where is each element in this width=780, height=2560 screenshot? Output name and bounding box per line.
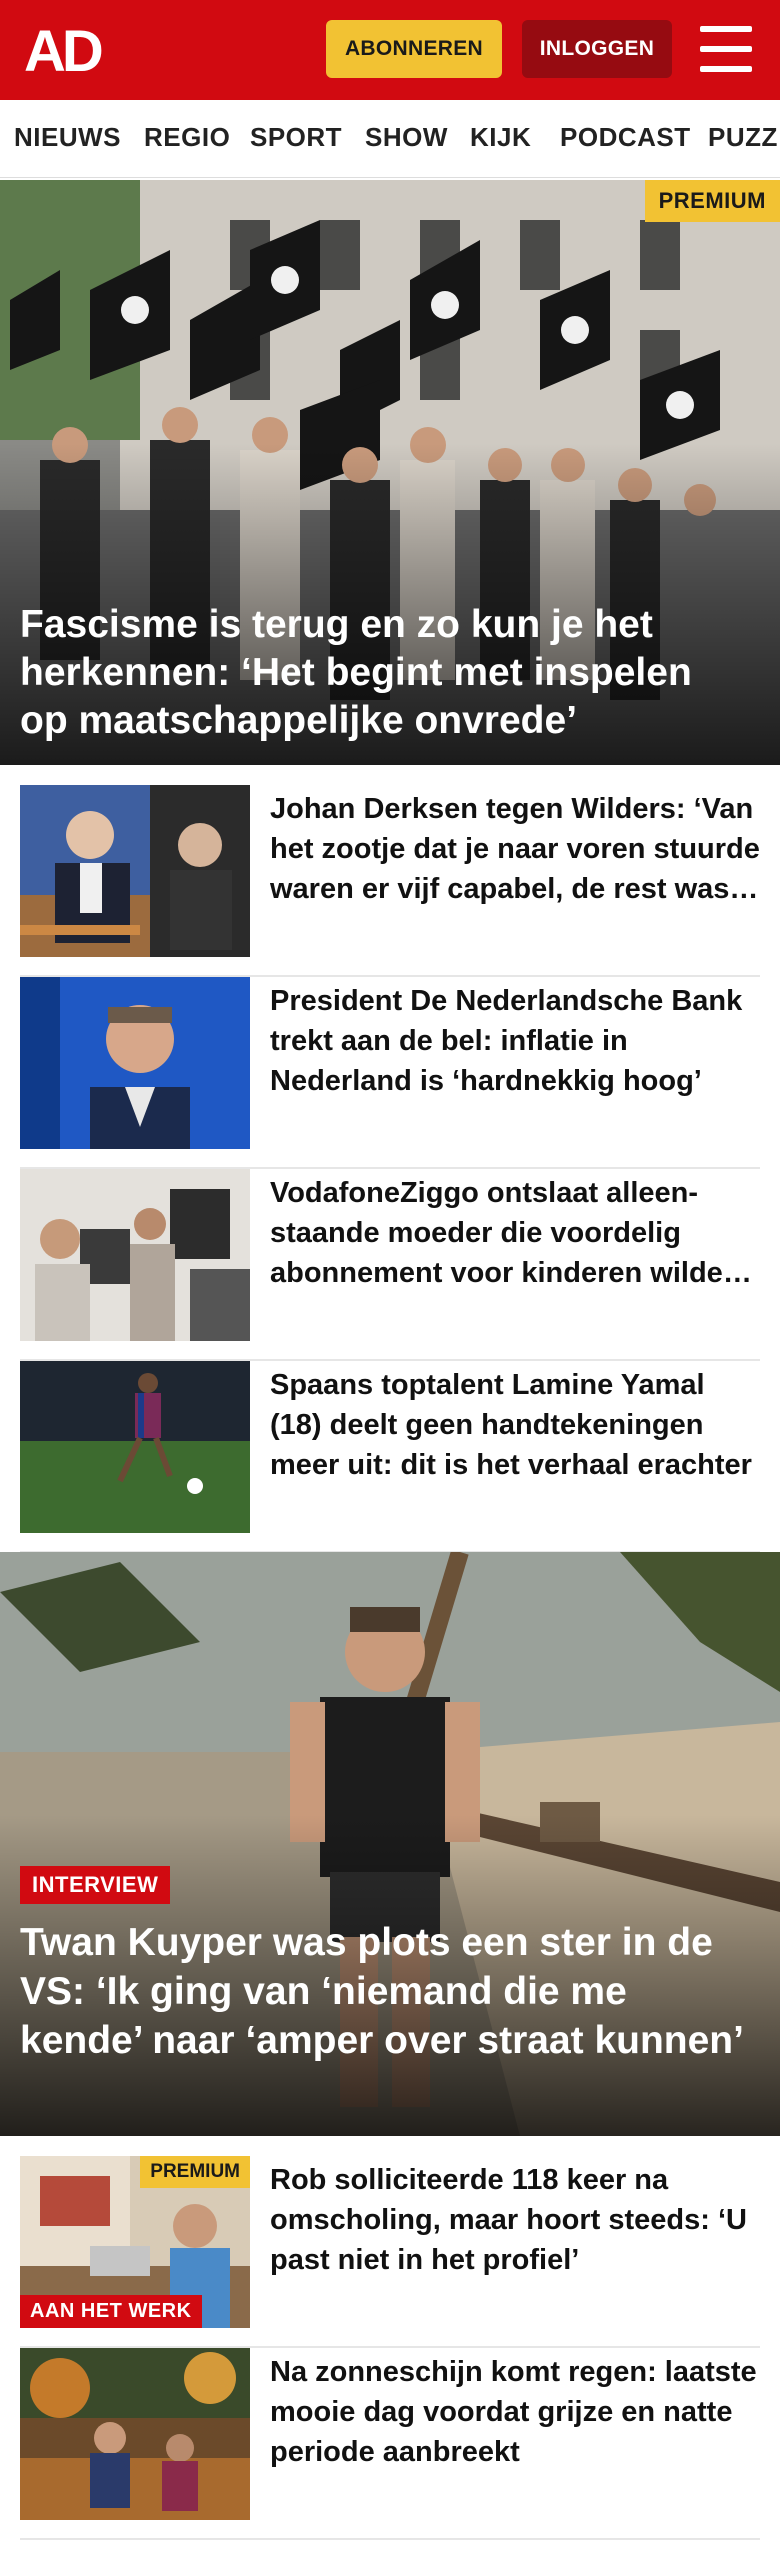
hero-article[interactable]: PREMIUM Fascisme is terug en zo kun je h…: [0, 180, 780, 765]
article-thumbnail: [20, 785, 250, 957]
nav-item-podcast[interactable]: PODCAST: [560, 122, 691, 153]
nav-item-show[interactable]: SHOW: [365, 122, 448, 153]
article-thumbnail: [20, 1169, 250, 1341]
section-nav: NIEUWS REGIO SPORT SHOW KIJK PODCAST PUZ…: [0, 100, 780, 178]
svg-text:AD: AD: [24, 22, 102, 78]
subscribe-button[interactable]: ABONNEREN: [326, 20, 502, 78]
nav-item-regio[interactable]: REGIO: [144, 122, 230, 153]
hero-headline[interactable]: Fascisme is terug en zo kun je het herke…: [20, 601, 750, 745]
article-headline[interactable]: Na zonneschijn komt regen: laatste mooie…: [270, 2352, 760, 2472]
article-headline[interactable]: Rob solliciteerde 118 keer na omscholing…: [270, 2160, 760, 2280]
article-headline[interactable]: President De Nederlandsche Bank trekt aa…: [270, 981, 760, 1101]
nav-item-kijk[interactable]: KIJK: [470, 122, 531, 153]
list-item[interactable]: VodafoneZiggo ontslaat alleen­staande mo…: [20, 1169, 760, 1361]
article-headline[interactable]: Johan Derksen tegen Wilders: ‘Van het zo…: [270, 789, 760, 909]
article-headline[interactable]: Spaans toptalent Lamine Yamal (18) deelt…: [270, 1365, 760, 1485]
list-item[interactable]: Spaans toptalent Lamine Yamal (18) deelt…: [20, 1361, 760, 1553]
article-thumbnail: [20, 1361, 250, 1533]
interview-label: INTERVIEW: [20, 1866, 171, 1904]
list-item[interactable]: President De Nederlandsche Bank trekt aa…: [20, 977, 760, 1169]
site-header: AD ABONNEREN INLOGGEN: [0, 0, 780, 100]
list-item[interactable]: Na zonneschijn komt regen: laatste mooie…: [20, 2348, 760, 2540]
ad-logo[interactable]: AD: [24, 22, 118, 78]
article-thumbnail: [20, 2348, 250, 2520]
list-item[interactable]: PREMIUM AAN HET WERK Rob solliciteerde 1…: [20, 2156, 760, 2348]
nav-item-puzzels[interactable]: PUZZ: [708, 122, 778, 153]
article-headline[interactable]: VodafoneZiggo ontslaat alleen­staande mo…: [270, 1173, 760, 1293]
feature-article[interactable]: INTERVIEW Twan Kuyper was plots een ster…: [0, 1552, 780, 2136]
nav-item-sport[interactable]: SPORT: [250, 122, 342, 153]
premium-badge: PREMIUM: [644, 180, 780, 222]
feature-headline[interactable]: Twan Kuyper was plots een ster in de VS:…: [20, 1918, 750, 2065]
nav-item-nieuws[interactable]: NIEUWS: [14, 122, 121, 153]
article-thumbnail: PREMIUM AAN HET WERK: [20, 2156, 250, 2328]
premium-badge: PREMIUM: [140, 2156, 250, 2188]
article-thumbnail: [20, 977, 250, 1149]
list-item[interactable]: Johan Derksen tegen Wilders: ‘Van het zo…: [20, 785, 760, 977]
category-label: AAN HET WERK: [20, 2295, 202, 2328]
hamburger-menu-icon[interactable]: [700, 26, 752, 72]
login-button[interactable]: INLOGGEN: [522, 20, 672, 78]
